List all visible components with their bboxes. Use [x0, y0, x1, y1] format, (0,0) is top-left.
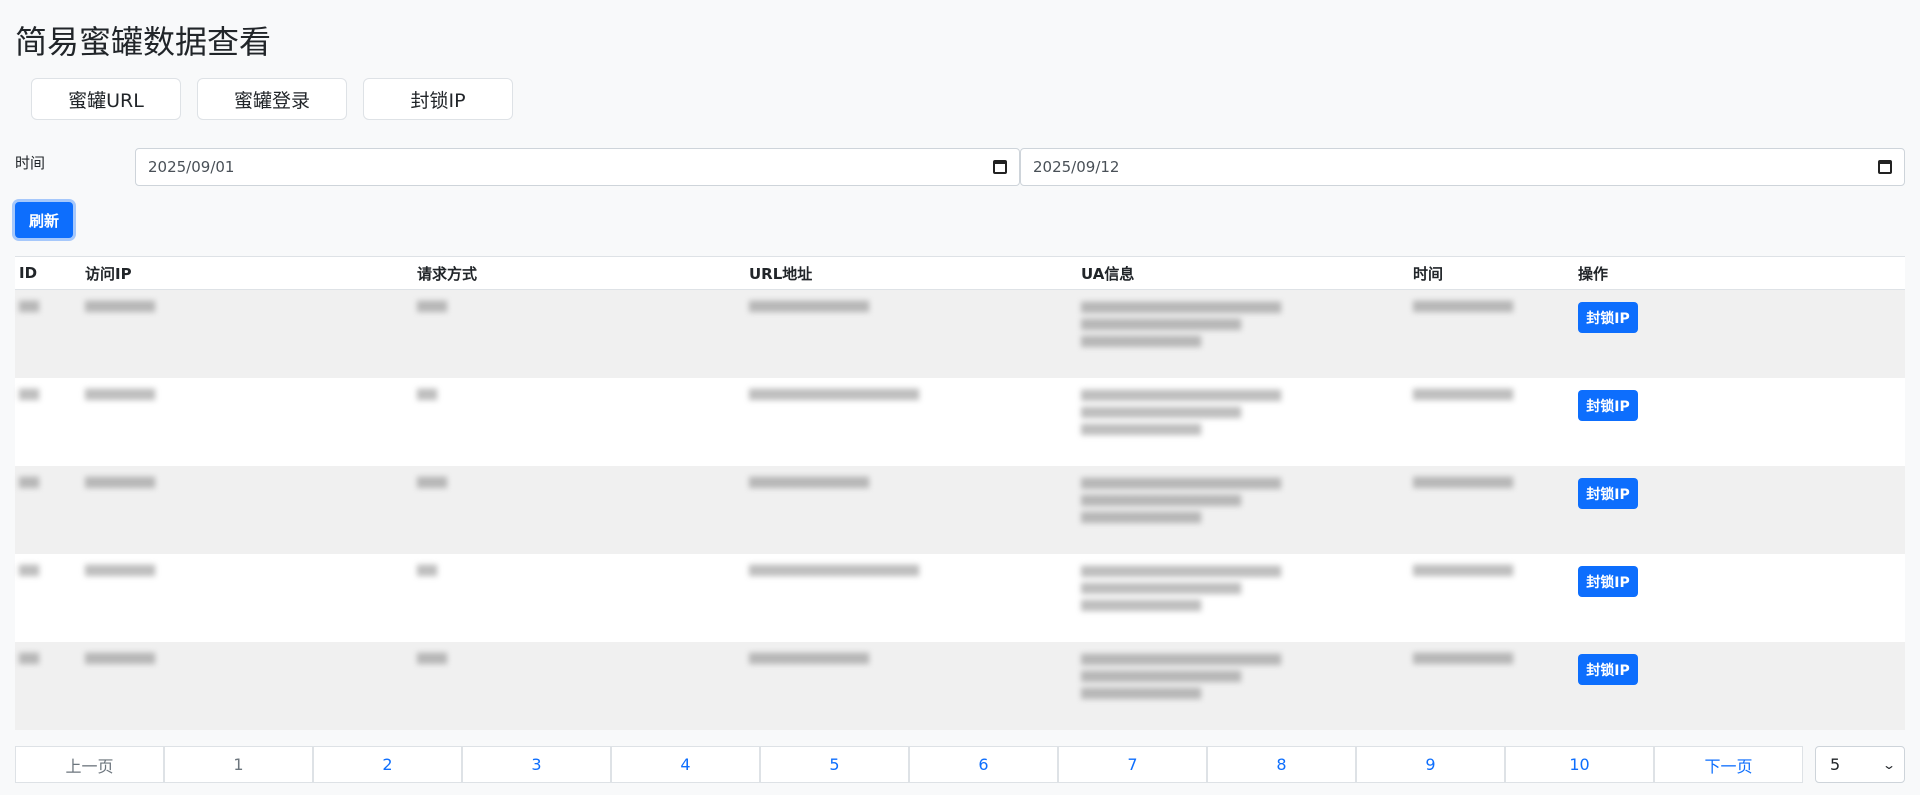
table-row: ▆▆ ▆▆▆▆▆▆▆ ▆▆▆ ▆▆▆▆▆▆▆▆▆▆▆▆ ▆▆▆▆▆▆▆▆▆▆▆▆…: [15, 290, 1905, 378]
cell-action: 封锁IP: [1574, 466, 1905, 554]
cell-method: ▆▆: [417, 386, 437, 401]
start-date-input[interactable]: 2025/09/01: [135, 148, 1020, 186]
cell-id: ▆▆: [19, 474, 39, 489]
cell-url: ▆▆▆▆▆▆▆▆▆▆▆▆▆▆▆▆▆: [749, 562, 919, 577]
header-time: 时间: [1413, 264, 1444, 283]
cell-url: ▆▆▆▆▆▆▆▆▆▆▆▆: [749, 474, 869, 489]
start-date-value: 2025/09/01: [148, 158, 235, 176]
cell-url: ▆▆▆▆▆▆▆▆▆▆▆▆: [749, 650, 869, 665]
header-id: ID: [19, 264, 38, 282]
table-row: ▆▆ ▆▆▆▆▆▆▆ ▆▆ ▆▆▆▆▆▆▆▆▆▆▆▆▆▆▆▆▆ ▆▆▆▆▆▆▆▆…: [15, 554, 1905, 642]
header-ua: UA信息: [1081, 264, 1135, 283]
end-date-input[interactable]: 2025/09/12: [1020, 148, 1905, 186]
pagination: 上一页 1 2 3 4 5 6 7 8 9 10 下一页: [15, 746, 1803, 783]
header-ip: 访问IP: [85, 264, 132, 283]
header-url: URL地址: [749, 264, 813, 283]
prev-page-button[interactable]: 上一页: [15, 746, 164, 783]
cell-time: ▆▆▆▆▆▆▆▆▆▆: [1413, 386, 1513, 401]
cell-url: ▆▆▆▆▆▆▆▆▆▆▆▆▆▆▆▆▆: [749, 386, 919, 401]
page-button-8[interactable]: 8: [1207, 746, 1356, 783]
honeypot-url-button[interactable]: 蜜罐URL: [31, 78, 181, 120]
cell-ip: ▆▆▆▆▆▆▆: [85, 474, 155, 489]
calendar-icon[interactable]: [993, 160, 1007, 174]
table-row: ▆▆ ▆▆▆▆▆▆▆ ▆▆▆ ▆▆▆▆▆▆▆▆▆▆▆▆ ▆▆▆▆▆▆▆▆▆▆▆▆…: [15, 466, 1905, 554]
cell-action: 封锁IP: [1574, 378, 1905, 466]
end-date-value: 2025/09/12: [1033, 158, 1120, 176]
cell-action: 封锁IP: [1574, 642, 1905, 730]
page-button-3[interactable]: 3: [462, 746, 611, 783]
block-ip-button[interactable]: 封锁IP: [1578, 654, 1638, 685]
header-action: 操作: [1578, 264, 1609, 283]
cell-ua: ▆▆▆▆▆▆▆▆▆▆▆▆▆▆▆▆▆▆▆▆ ▆▆▆▆▆▆▆▆▆▆▆▆▆▆▆▆ ▆▆▆▆…: [1081, 299, 1281, 348]
page-button-6[interactable]: 6: [909, 746, 1058, 783]
next-page-button[interactable]: 下一页: [1654, 746, 1803, 783]
page-button-10[interactable]: 10: [1505, 746, 1654, 783]
header-method: 请求方式: [417, 264, 478, 283]
cell-time: ▆▆▆▆▆▆▆▆▆▆: [1413, 650, 1513, 665]
cell-ip: ▆▆▆▆▆▆▆: [85, 562, 155, 577]
page-size-value: 5: [1830, 755, 1841, 774]
page-size-select[interactable]: 5 ⌄: [1815, 746, 1905, 783]
cell-action: 封锁IP: [1574, 290, 1905, 378]
page-button-5[interactable]: 5: [760, 746, 909, 783]
block-ip-button[interactable]: 封锁IP: [1578, 566, 1638, 597]
cell-ua: ▆▆▆▆▆▆▆▆▆▆▆▆▆▆▆▆▆▆▆▆ ▆▆▆▆▆▆▆▆▆▆▆▆▆▆▆▆ ▆▆▆▆…: [1081, 475, 1281, 524]
cell-method: ▆▆▆: [417, 298, 447, 313]
honeypot-login-button[interactable]: 蜜罐登录: [197, 78, 347, 120]
cell-method: ▆▆: [417, 562, 437, 577]
block-ip-nav-button[interactable]: 封锁IP: [363, 78, 513, 120]
cell-ua: ▆▆▆▆▆▆▆▆▆▆▆▆▆▆▆▆▆▆▆▆ ▆▆▆▆▆▆▆▆▆▆▆▆▆▆▆▆ ▆▆▆▆…: [1081, 387, 1281, 436]
block-ip-button[interactable]: 封锁IP: [1578, 478, 1638, 509]
page-button-7[interactable]: 7: [1058, 746, 1207, 783]
cell-method: ▆▆▆: [417, 474, 447, 489]
cell-url: ▆▆▆▆▆▆▆▆▆▆▆▆: [749, 298, 869, 313]
table-row: ▆▆ ▆▆▆▆▆▆▆ ▆▆ ▆▆▆▆▆▆▆▆▆▆▆▆▆▆▆▆▆ ▆▆▆▆▆▆▆▆…: [15, 378, 1905, 466]
cell-id: ▆▆: [19, 386, 39, 401]
chevron-down-icon: ⌄: [1881, 757, 1897, 772]
cell-time: ▆▆▆▆▆▆▆▆▆▆: [1413, 298, 1513, 313]
page-button-2[interactable]: 2: [313, 746, 462, 783]
page-button-4[interactable]: 4: [611, 746, 760, 783]
page-button-1[interactable]: 1: [164, 746, 313, 783]
page-button-9[interactable]: 9: [1356, 746, 1505, 783]
block-ip-button[interactable]: 封锁IP: [1578, 302, 1638, 333]
nav-bar: 蜜罐URL 蜜罐登录 封锁IP: [31, 78, 513, 120]
cell-id: ▆▆: [19, 298, 39, 313]
cell-id: ▆▆: [19, 562, 39, 577]
refresh-button[interactable]: 刷新: [15, 202, 73, 238]
page-title: 简易蜜罐数据查看: [15, 23, 272, 61]
cell-ip: ▆▆▆▆▆▆▆: [85, 650, 155, 665]
cell-ua: ▆▆▆▆▆▆▆▆▆▆▆▆▆▆▆▆▆▆▆▆ ▆▆▆▆▆▆▆▆▆▆▆▆▆▆▆▆ ▆▆▆▆…: [1081, 563, 1281, 612]
cell-ua: ▆▆▆▆▆▆▆▆▆▆▆▆▆▆▆▆▆▆▆▆ ▆▆▆▆▆▆▆▆▆▆▆▆▆▆▆▆ ▆▆▆▆…: [1081, 651, 1281, 700]
calendar-icon[interactable]: [1878, 160, 1892, 174]
cell-time: ▆▆▆▆▆▆▆▆▆▆: [1413, 562, 1513, 577]
block-ip-button[interactable]: 封锁IP: [1578, 390, 1638, 421]
cell-method: ▆▆▆: [417, 650, 447, 665]
cell-ip: ▆▆▆▆▆▆▆: [85, 386, 155, 401]
cell-id: ▆▆: [19, 650, 39, 665]
cell-action: 封锁IP: [1574, 554, 1905, 642]
cell-ip: ▆▆▆▆▆▆▆: [85, 298, 155, 313]
table-row: ▆▆ ▆▆▆▆▆▆▆ ▆▆▆ ▆▆▆▆▆▆▆▆▆▆▆▆ ▆▆▆▆▆▆▆▆▆▆▆▆…: [15, 642, 1905, 730]
time-label: 时间: [15, 154, 46, 172]
records-table: ID 访问IP 请求方式 URL地址 UA信息 时间 操作 ▆▆ ▆▆▆▆▆▆▆…: [15, 256, 1905, 730]
table-header: ID 访问IP 请求方式 URL地址 UA信息 时间 操作: [15, 256, 1905, 290]
cell-time: ▆▆▆▆▆▆▆▆▆▆: [1413, 474, 1513, 489]
